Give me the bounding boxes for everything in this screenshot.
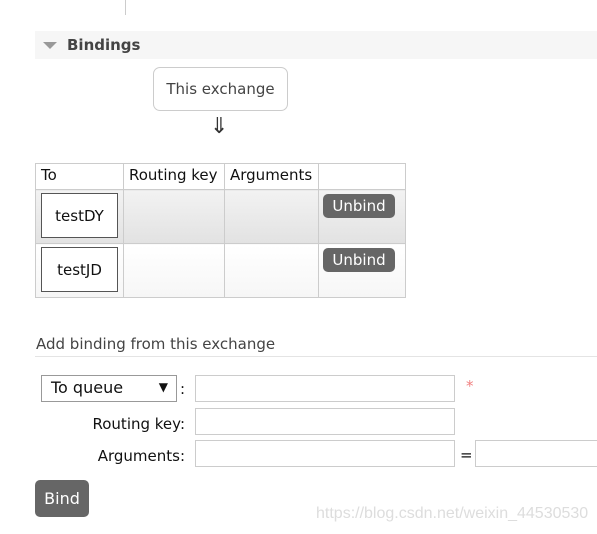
routing-key-cell	[123, 243, 225, 298]
bind-button[interactable]: Bind	[35, 480, 89, 517]
collapse-triangle-icon	[43, 42, 57, 49]
dropdown-caret-icon: ▼	[158, 380, 168, 394]
arguments-label: Arguments:	[97, 447, 185, 465]
required-mark: *	[466, 377, 474, 395]
argument-key-input[interactable]	[195, 440, 455, 467]
queue-link[interactable]: testJD	[41, 247, 118, 292]
bindings-table: To Routing key Arguments testDY Unbind t…	[35, 163, 406, 298]
col-action	[318, 163, 406, 190]
argument-value-input[interactable]	[475, 440, 597, 467]
divider	[35, 356, 597, 357]
routing-key-cell	[123, 189, 225, 244]
queue-link[interactable]: testDY	[41, 193, 118, 238]
destination-type-select[interactable]: To queue ▼	[41, 375, 177, 402]
routing-key-input[interactable]	[195, 408, 455, 435]
col-to: To	[35, 163, 124, 190]
divider	[125, 0, 126, 15]
add-binding-title: Add binding from this exchange	[36, 335, 276, 353]
this-exchange-box: This exchange	[153, 67, 288, 111]
col-routing-key: Routing key	[123, 163, 225, 190]
watermark: https://blog.csdn.net/weixin_44530530	[316, 505, 589, 522]
routing-key-label: Routing key:	[92, 415, 186, 433]
destination-name-input[interactable]	[195, 375, 455, 402]
unbind-button[interactable]: Unbind	[323, 194, 395, 218]
table-row: testDY Unbind	[35, 189, 406, 244]
arguments-cell	[224, 189, 319, 244]
equals-sign: =	[460, 446, 473, 464]
section-title: Bindings	[67, 36, 141, 54]
down-arrow-icon: ⇓	[210, 114, 229, 139]
arguments-cell	[224, 243, 319, 298]
unbind-button[interactable]: Unbind	[323, 248, 395, 272]
table-row: testJD Unbind	[35, 243, 406, 298]
colon: :	[180, 380, 186, 398]
select-value: To queue	[51, 378, 124, 397]
col-arguments: Arguments	[224, 163, 319, 190]
bindings-section-header[interactable]: Bindings	[35, 31, 597, 59]
